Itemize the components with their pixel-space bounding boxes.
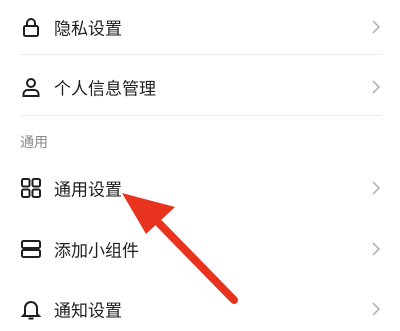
- add-widget-label: 添加小组件: [54, 241, 139, 262]
- grid-icon: [20, 177, 42, 199]
- divider: [20, 115, 382, 116]
- lock-icon: [20, 16, 42, 38]
- personal-info-management-row[interactable]: 个人信息管理: [0, 60, 400, 114]
- section-header-general: 通用: [20, 135, 48, 151]
- divider: [20, 54, 382, 55]
- chevron-right-icon: [370, 241, 382, 257]
- general-settings-label: 通用设置: [54, 180, 122, 201]
- bell-icon: [20, 298, 42, 320]
- notification-settings-row[interactable]: 通知设置: [0, 282, 400, 331]
- general-settings-row[interactable]: 通用设置: [0, 161, 400, 215]
- widget-icon: [20, 238, 42, 260]
- privacy-settings-row[interactable]: 隐私设置: [0, 0, 400, 54]
- chevron-right-icon: [370, 79, 382, 95]
- personal-info-management-label: 个人信息管理: [54, 79, 156, 100]
- notification-settings-label: 通知设置: [54, 301, 122, 322]
- settings-screen: 隐私设置 个人信息管理 通用 通用设置 添加小组件 通知设置: [0, 0, 400, 331]
- add-widget-row[interactable]: 添加小组件: [0, 222, 400, 276]
- chevron-right-icon: [370, 19, 382, 35]
- chevron-right-icon: [370, 180, 382, 196]
- chevron-right-icon: [370, 301, 382, 317]
- person-icon: [20, 76, 42, 98]
- privacy-settings-label: 隐私设置: [54, 19, 122, 40]
